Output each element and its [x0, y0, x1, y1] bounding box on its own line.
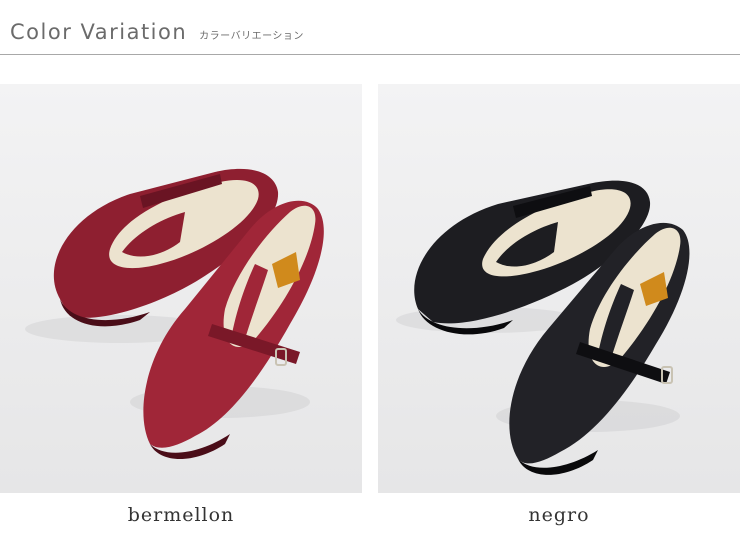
variant-label-negro: negro — [528, 504, 590, 526]
section-title: Color Variation — [10, 20, 188, 44]
product-photo-negro — [378, 84, 740, 493]
variant-label-bermellon: bermellon — [127, 504, 235, 526]
shoe-pair-bermellon-image — [25, 168, 324, 459]
section-subtitle: カラーバリエーション — [199, 31, 304, 42]
shoe-pair-negro-image — [396, 180, 690, 475]
header-divider — [0, 54, 740, 55]
section-header: Color Variation カラーバリエーション — [10, 20, 304, 50]
product-photo-bermellon — [0, 84, 362, 493]
